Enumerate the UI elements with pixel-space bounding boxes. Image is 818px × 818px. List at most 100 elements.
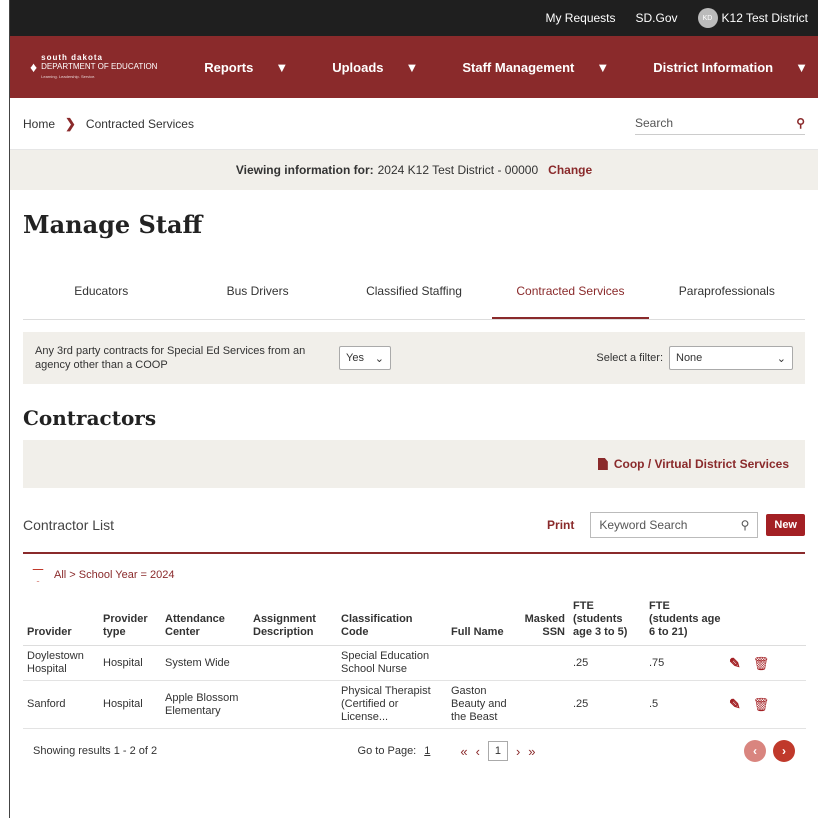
nav-district-label: District Information (653, 59, 774, 75)
cell-masked-ssn (517, 645, 569, 681)
cell-attendance-center: Apple Blossom Elementary (161, 680, 249, 729)
col-full-name[interactable]: Full Name (447, 596, 517, 646)
prev-circle-icon[interactable]: ‹ (743, 740, 766, 762)
keyword-placeholder: Keyword Search (599, 518, 688, 532)
table-row: Doylestown Hospital Hospital System Wide… (23, 645, 806, 681)
edit-icon[interactable]: ✎ (729, 656, 741, 670)
col-classification-code[interactable]: Classification Code (337, 596, 447, 646)
current-page[interactable]: 1 (487, 741, 508, 761)
tab-paraprofessionals[interactable]: Paraprofessionals (649, 274, 805, 319)
trash-icon[interactable]: 🗑 (753, 657, 770, 670)
logo-line2: DEPARTMENT OF EDUCATION (41, 62, 158, 71)
my-requests-link[interactable]: My Requests (545, 11, 615, 25)
cell-fte-3-5: .25 (569, 680, 645, 729)
breadcrumb-home[interactable]: Home (23, 117, 55, 131)
search-placeholder: Search (635, 116, 674, 130)
cell-fte-6-21: .75 (645, 645, 725, 681)
col-provider[interactable]: Provider (23, 596, 99, 646)
col-provider-type[interactable]: Provider type (99, 596, 161, 646)
chevron-down-icon: ▼ (275, 59, 289, 75)
avatar: KD (697, 8, 718, 28)
district-name: K12 Test District (721, 11, 808, 25)
cell-full-name: Gaston Beauty and the Beast (447, 680, 517, 729)
logo-line1: south dakota (41, 53, 103, 62)
col-fte-3-5[interactable]: FTE (students age 3 to 5) (569, 596, 645, 646)
contractor-list-title: Contractor List (23, 517, 115, 533)
nav-uploads[interactable]: Uploads ▼ (310, 60, 418, 75)
tab-classified-staffing[interactable]: Classified Staffing (336, 274, 492, 319)
chevron-right-icon: ❯ (65, 115, 76, 131)
filter-criteria[interactable]: All > School Year = 2024 (32, 566, 805, 584)
first-page-icon[interactable]: « (460, 744, 467, 759)
document-icon (597, 458, 608, 470)
sd-doe-logo[interactable]: ♦ south dakota DEPARTMENT OF EDUCATION L… (30, 53, 157, 81)
pagination: Showing results 1 - 2 of 2 Go to Page: 1… (23, 729, 805, 773)
cell-classification-code: Special Education School Nurse (337, 645, 447, 681)
table-row: Sanford Hospital Apple Blossom Elementar… (23, 680, 806, 729)
district-account-menu[interactable]: KD K12 Test District (697, 8, 808, 28)
breadcrumb: Home ❯ Contracted Services (23, 116, 194, 132)
staff-tabs: Educators Bus Drivers Classified Staffin… (23, 274, 805, 320)
chevron-down-icon: ⌄ (374, 352, 384, 365)
filter-funnel-icon (32, 568, 44, 582)
change-link[interactable]: Change (548, 163, 592, 177)
last-page-icon[interactable]: » (528, 744, 535, 759)
contractors-heading: Contractors (23, 406, 157, 430)
goto-page-input[interactable]: 1 (424, 745, 430, 757)
list-header: Contractor List Print Keyword Search ⚲ N… (23, 512, 805, 554)
filter-select[interactable]: None ⌄ (669, 346, 793, 370)
cell-provider: Sanford (23, 680, 99, 729)
keyword-search-input[interactable]: Keyword Search ⚲ (590, 512, 759, 538)
sdgov-link[interactable]: SD.Gov (636, 11, 678, 25)
edit-icon[interactable]: ✎ (729, 697, 741, 711)
filter-label: Select a filter: (596, 352, 663, 364)
chevron-down-icon: ▼ (795, 59, 808, 75)
coop-virtual-link[interactable]: Coop / Virtual District Services (597, 457, 789, 471)
cell-attendance-center: System Wide (161, 645, 249, 681)
top-utility-bar: My Requests SD.Gov KD K12 Test District (10, 0, 818, 36)
new-button[interactable]: New (766, 514, 805, 536)
logo-tagline: Learning. Leadership. Service. (41, 74, 96, 79)
chevron-down-icon: ▼ (405, 59, 419, 75)
col-masked-ssn[interactable]: Masked SSN (517, 596, 569, 646)
search-icon[interactable]: ⚲ (796, 116, 805, 130)
coop-bar: Coop / Virtual District Services (23, 440, 805, 488)
cell-assignment-description (249, 680, 337, 729)
cell-fte-3-5: .25 (569, 645, 645, 681)
tab-bus-drivers[interactable]: Bus Drivers (179, 274, 335, 319)
next-circle-icon[interactable]: › (773, 740, 795, 762)
special-ed-question: Any 3rd party contracts for Special Ed S… (35, 345, 306, 371)
prev-page-icon[interactable]: ‹ (476, 744, 480, 759)
cell-assignment-description (249, 645, 337, 681)
cell-provider-type: Hospital (99, 680, 161, 729)
trash-icon[interactable]: 🗑 (753, 698, 770, 711)
tab-contracted-services[interactable]: Contracted Services (492, 274, 649, 319)
criteria-text: All > School Year = 2024 (54, 569, 175, 581)
app-frame: My Requests SD.Gov KD K12 Test District … (9, 0, 818, 818)
nav-staff-label: Staff Management (462, 59, 575, 75)
cell-full-name (447, 645, 517, 681)
nav-staff-management[interactable]: Staff Management ▼ (440, 60, 609, 75)
tab-educators[interactable]: Educators (23, 274, 179, 319)
col-fte-6-21[interactable]: FTE (students age 6 to 21) (645, 596, 725, 646)
search-icon[interactable]: ⚲ (741, 518, 750, 532)
nav-reports[interactable]: Reports ▼ (182, 60, 288, 75)
col-attendance-center[interactable]: Attendance Center (161, 596, 249, 646)
search-input[interactable]: Search ⚲ (635, 112, 805, 135)
cell-provider-type: Hospital (99, 645, 161, 681)
next-page-icon[interactable]: › (516, 744, 520, 759)
nav-uploads-label: Uploads (332, 59, 384, 75)
cell-provider: Doylestown Hospital (23, 645, 99, 681)
question-filter-row: Any 3rd party contracts for Special Ed S… (23, 332, 805, 384)
coop-link-label: Coop / Virtual District Services (613, 457, 789, 471)
print-link[interactable]: Print (547, 518, 574, 532)
results-summary: Showing results 1 - 2 of 2 (33, 745, 158, 757)
breadcrumb-bar: Home ❯ Contracted Services Search ⚲ (10, 98, 818, 150)
nav-district-information[interactable]: District Information ▼ (631, 60, 808, 75)
page-title: Manage Staff (23, 210, 203, 239)
main-nav: ♦ south dakota DEPARTMENT OF EDUCATION L… (10, 36, 818, 98)
nav-reports-label: Reports (204, 59, 254, 75)
cell-classification-code: Physical Therapist (Certified or License… (337, 680, 447, 729)
special-ed-select[interactable]: Yes ⌄ (339, 346, 391, 370)
col-assignment-description[interactable]: Assignment Description (249, 596, 337, 646)
